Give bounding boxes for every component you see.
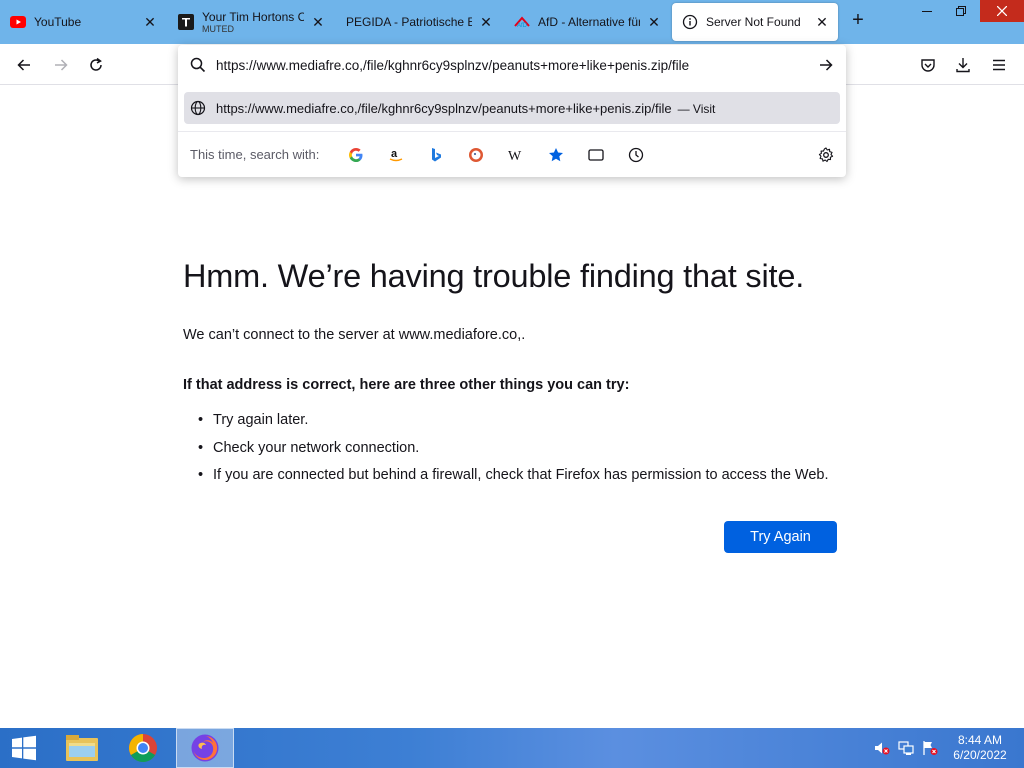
- svg-text:a: a: [391, 148, 398, 160]
- pocket-icon[interactable]: [915, 52, 941, 78]
- error-title: Hmm. We’re having trouble finding that s…: [183, 258, 805, 294]
- tab-title: Your Tim Hortons Co: [202, 10, 304, 24]
- go-arrow-icon[interactable]: [818, 57, 834, 78]
- svg-text:W: W: [508, 149, 522, 163]
- tabs-icon[interactable]: [584, 143, 608, 167]
- action-center-flag-icon[interactable]: [922, 740, 938, 756]
- file-explorer-icon[interactable]: [53, 728, 111, 768]
- menu-icon[interactable]: [986, 52, 1012, 78]
- reload-icon[interactable]: [83, 52, 109, 78]
- windows-start-icon[interactable]: [0, 728, 48, 768]
- tab-youtube[interactable]: YouTube ✕: [0, 3, 166, 41]
- duckduckgo-icon[interactable]: [464, 143, 488, 167]
- downloads-icon[interactable]: [950, 52, 976, 78]
- taskbar-clock[interactable]: 8:44 AM 6/20/2022: [946, 733, 1014, 763]
- try-again-button[interactable]: Try Again: [724, 521, 837, 553]
- error-subtitle: If that address is correct, here are thr…: [183, 377, 630, 393]
- error-suggestion-list: Try again later. Check your network conn…: [198, 410, 829, 493]
- close-tab-icon[interactable]: ✕: [814, 14, 830, 30]
- forward-icon[interactable]: [48, 52, 74, 78]
- restore-icon[interactable]: [944, 0, 978, 22]
- afd-icon: AfD: [514, 14, 530, 30]
- back-icon[interactable]: [11, 52, 37, 78]
- url-suggestion-text-wrap: https://www.mediafre.co,/file/kghnr6cy9s…: [216, 101, 715, 116]
- globe-icon: [190, 100, 206, 121]
- tab-title: PEGIDA - Patriotische Eu: [346, 15, 472, 29]
- tab-strip: YouTube ✕ Your Tim Hortons Co MUTED ✕ PE…: [0, 0, 1024, 44]
- bookmarks-icon[interactable]: [544, 143, 568, 167]
- volume-muted-icon[interactable]: [874, 740, 890, 756]
- youtube-icon: [10, 14, 26, 30]
- tim-hortons-icon: [178, 14, 194, 30]
- wikipedia-icon[interactable]: W: [504, 143, 528, 167]
- close-tab-icon[interactable]: ✕: [142, 14, 158, 30]
- new-tab-icon[interactable]: +: [848, 10, 868, 30]
- firefox-icon[interactable]: [176, 728, 234, 768]
- url-input[interactable]: https://www.mediafre.co,/file/kghnr6cy9s…: [184, 49, 840, 81]
- tab-title-wrap: Your Tim Hortons Co MUTED: [202, 10, 304, 34]
- list-item: Check your network connection.: [198, 438, 829, 466]
- list-item: Try again later.: [198, 410, 829, 438]
- url-suggestion-text: https://www.mediafre.co,/file/kghnr6cy9s…: [216, 100, 672, 116]
- url-suggestion-row[interactable]: https://www.mediafre.co,/file/kghnr6cy9s…: [184, 92, 840, 124]
- info-icon: [682, 14, 698, 30]
- close-tab-icon[interactable]: ✕: [646, 14, 662, 30]
- settings-gear-icon[interactable]: [814, 143, 838, 167]
- network-icon[interactable]: [898, 740, 914, 756]
- list-item: If you are connected but behind a firewa…: [198, 465, 829, 493]
- chrome-icon[interactable]: [114, 728, 172, 768]
- clock-date: 6/20/2022: [953, 748, 1007, 762]
- tab-title: AfD - Alternative für: [538, 15, 640, 29]
- divider: [178, 131, 846, 132]
- taskbar: 8:44 AM 6/20/2022: [0, 728, 1024, 768]
- google-icon[interactable]: [344, 143, 368, 167]
- clock-time: 8:44 AM: [957, 733, 1003, 747]
- close-tab-icon[interactable]: ✕: [478, 14, 494, 30]
- bing-icon[interactable]: [424, 143, 448, 167]
- visit-label: — Visit: [677, 101, 716, 116]
- tab-title: Server Not Found: [706, 15, 801, 29]
- error-description: We can’t connect to the server at www.me…: [183, 327, 526, 343]
- url-dropdown-panel: https://www.mediafre.co,/file/kghnr6cy9s…: [178, 45, 846, 177]
- history-icon[interactable]: [624, 143, 648, 167]
- tab-pegida[interactable]: PEGIDA - Patriotische Eu ✕: [336, 3, 502, 41]
- svg-text:AfD: AfD: [517, 23, 528, 28]
- tab-tim-hortons[interactable]: Your Tim Hortons Co MUTED ✕: [168, 3, 334, 41]
- tab-afd[interactable]: AfD AfD - Alternative für ✕: [504, 3, 670, 41]
- tab-server-not-found[interactable]: Server Not Found ✕: [672, 3, 838, 41]
- amazon-icon[interactable]: a: [384, 143, 408, 167]
- close-window-icon[interactable]: [980, 0, 1024, 22]
- close-tab-icon[interactable]: ✕: [310, 14, 326, 30]
- tab-title: YouTube: [34, 15, 82, 29]
- tab-muted-label: MUTED: [202, 24, 234, 34]
- minimize-icon[interactable]: [910, 0, 944, 22]
- search-icon: [190, 57, 206, 78]
- search-with-label: This time, search with:: [190, 147, 320, 162]
- url-input-value: https://www.mediafre.co,/file/kghnr6cy9s…: [216, 57, 690, 73]
